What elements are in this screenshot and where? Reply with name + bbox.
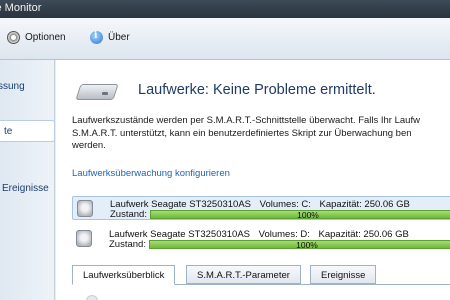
title-bar: ve Monitor [0, 0, 450, 18]
status-headline: Laufwerke: Keine Probleme ermittelt. [138, 82, 376, 98]
sidebar-item-label: te [4, 126, 13, 137]
drive-row-c[interactable]: Laufwerk Seagate ST3250310AS Volumes: C:… [72, 196, 450, 220]
options-button[interactable]: Optionen [7, 31, 66, 44]
main-panel: Laufwerke: Keine Probleme ermittelt. Lau… [56, 60, 450, 300]
sidebar-item-overview[interactable]: ssung [0, 76, 53, 98]
drive-row-d[interactable]: Laufwerk Seagate ST3250310AS Volumes: D:… [72, 227, 450, 251]
sidebar-item-label: ssung [0, 81, 25, 92]
sidebar: ssung te Ereignisse [0, 60, 55, 300]
window-title: ve Monitor [0, 2, 42, 14]
disk-icon [77, 200, 93, 217]
drive-capacity: Kapazität: 250.06 GB [319, 199, 410, 210]
toolbar: Optionen Über [0, 18, 450, 60]
tab-events[interactable]: Ereignisse [310, 265, 377, 284]
sidebar-item-drives[interactable]: te [0, 120, 55, 142]
drive-volumes: Volumes: D: [258, 229, 310, 240]
description-line: Laufwerkszustände werden per S.M.A.R.T.-… [72, 115, 420, 126]
health-percent: 100% [297, 210, 319, 220]
options-label: Optionen [25, 32, 66, 43]
configure-monitoring-link[interactable]: Laufwerksüberwachung konfigurieren [72, 168, 230, 179]
description-line: werden. [72, 140, 106, 151]
sidebar-item-events[interactable]: Ereignisse [2, 178, 57, 200]
info-icon [90, 31, 103, 44]
health-bar: 100% [150, 210, 450, 220]
hard-drive-icon [75, 78, 119, 104]
health-bar: 100% [149, 240, 450, 250]
health-percent: 100% [296, 240, 318, 250]
gear-icon [7, 31, 20, 44]
tab-panel [72, 284, 450, 300]
drive-info: Laufwerk Seagate ST3250310AS Volumes: D:… [109, 229, 415, 240]
tab-smart-parameters[interactable]: S.M.A.R.T.-Parameter [186, 265, 301, 284]
drive-status-label: Zustand: [110, 209, 147, 220]
tab-drive-overview[interactable]: Laufwerksüberblick [72, 265, 176, 285]
status-icon [86, 295, 98, 300]
drive-volumes: Volumes: C: [259, 199, 311, 210]
drive-status-label: Zustand: [109, 239, 146, 250]
description-line: S.M.A.R.T. unterstützt, kann ein benutze… [72, 127, 412, 139]
drive-capacity: Kapazität: 250.06 GB [318, 229, 409, 240]
disk-icon [76, 230, 92, 247]
drive-detail-tabs: Laufwerksüberblick S.M.A.R.T.-Parameter … [72, 265, 450, 300]
about-label: Über [108, 32, 130, 43]
about-button[interactable]: Über [90, 31, 130, 44]
drive-info: Laufwerk Seagate ST3250310AS Volumes: C:… [110, 199, 416, 210]
sidebar-item-label: Ereignisse [2, 183, 49, 194]
description-text: Laufwerkszustände werden per S.M.A.R.T.-… [72, 115, 450, 153]
